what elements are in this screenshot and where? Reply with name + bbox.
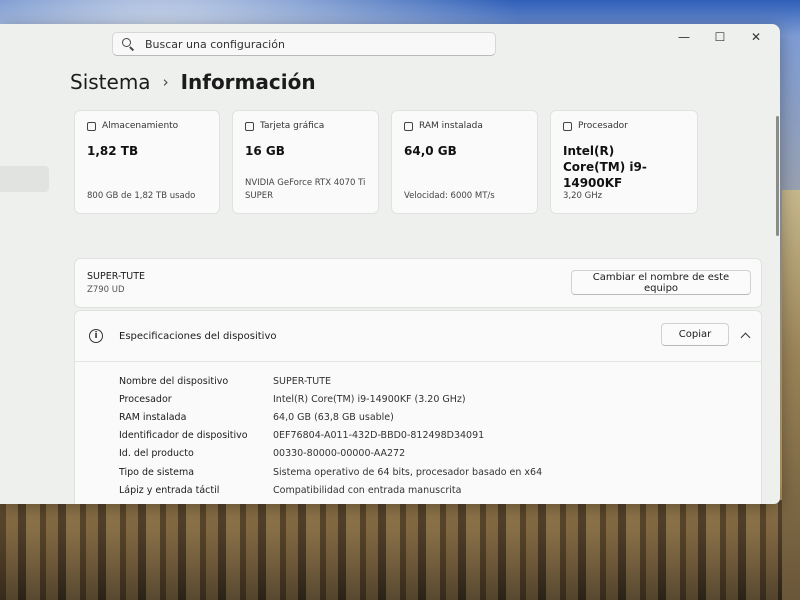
close-button[interactable]: ✕ [738, 26, 774, 48]
gpu-icon [245, 121, 254, 131]
storage-card[interactable]: Almacenamiento 1,82 TB 800 GB de 1,82 TB… [74, 110, 220, 214]
card-sub: Velocidad: 6000 MT/s [404, 191, 495, 201]
spec-value: 00330-80000-00000-AA272 [273, 448, 406, 460]
device-specs-title: Especificaciones del dispositivo [119, 331, 277, 342]
spec-value: Intel(R) Core(TM) i9-14900KF (3.20 GHz) [273, 393, 466, 405]
scrollbar[interactable] [776, 116, 779, 236]
spec-label: Id. del producto [119, 448, 194, 460]
settings-window: — ☐ ✕ Sistema › Información Almacenamien… [0, 24, 780, 504]
breadcrumb: Sistema › Información [70, 70, 316, 94]
spec-row: Nombre del dispositivo SUPER-TUTE [119, 372, 542, 390]
card-header: Tarjeta gráfica [245, 121, 366, 131]
spec-value: SUPER-TUTE [273, 375, 332, 387]
card-sub: NVIDIA GeForce RTX 4070 Ti SUPER [245, 178, 366, 201]
spec-row: Identificador de dispositivo 0EF76804-A0… [119, 427, 542, 445]
copy-button[interactable]: Copiar [661, 323, 729, 346]
spec-value: Sistema operativo de 64 bits, procesador… [273, 466, 543, 478]
spec-row: Procesador Intel(R) Core(TM) i9-14900KF … [119, 390, 542, 408]
search-box[interactable] [112, 32, 496, 56]
search-icon [121, 37, 135, 51]
spec-label: RAM instalada [119, 411, 187, 423]
spec-label: Lápiz y entrada táctil [119, 484, 220, 496]
gpu-card[interactable]: Tarjeta gráfica 16 GB NVIDIA GeForce RTX… [232, 110, 379, 214]
card-value: 64,0 GB [404, 144, 457, 158]
sidebar-selected-item[interactable] [0, 166, 49, 192]
card-label: RAM instalada [419, 121, 483, 131]
spec-label: Tipo de sistema [119, 466, 195, 478]
spec-value: 64,0 GB (63,8 GB usable) [273, 411, 394, 423]
spec-row: Tipo de sistema Sistema operativo de 64 … [119, 463, 542, 481]
device-name-row: SUPER-TUTE Z790 UD Cambiar el nombre de … [74, 258, 762, 308]
card-header: Procesador [563, 121, 685, 131]
window-controls: — ☐ ✕ [666, 26, 774, 48]
card-header: Almacenamiento [87, 121, 207, 131]
device-specs-panel: i Especificaciones del dispositivo Copia… [74, 310, 762, 504]
ram-icon [404, 121, 413, 131]
spec-value: 0EF76804-A011-432D-BBD0-812498D34091 [273, 430, 485, 442]
spec-label: Procesador [119, 393, 172, 405]
card-value: 1,82 TB [87, 144, 139, 158]
processor-card[interactable]: Procesador Intel(R) Core(TM) i9-14900KF … [550, 110, 698, 214]
card-sub: 800 GB de 1,82 TB usado [87, 191, 196, 201]
processor-icon [563, 121, 572, 131]
spec-row: Lápiz y entrada táctil Compatibilidad co… [119, 481, 542, 499]
card-label: Tarjeta gráfica [260, 121, 325, 131]
chevron-up-icon[interactable] [739, 329, 753, 343]
chevron-right-icon: › [162, 73, 169, 91]
wallpaper-rocks-right [782, 190, 800, 600]
rename-pc-button[interactable]: Cambiar el nombre de este equipo [571, 270, 751, 295]
wallpaper-rocks [0, 500, 800, 600]
spec-rows: Nombre del dispositivo SUPER-TUTE Proces… [119, 372, 542, 499]
card-value: Intel(R) Core(TM) i9-14900KF [563, 144, 647, 190]
spec-row: Id. del producto 00330-80000-00000-AA272 [119, 445, 542, 463]
card-header: RAM instalada [404, 121, 525, 131]
device-model: Z790 UD [87, 285, 125, 295]
device-specs-header[interactable]: i Especificaciones del dispositivo Copia… [75, 311, 761, 362]
maximize-button[interactable]: ☐ [702, 26, 738, 48]
minimize-button[interactable]: — [666, 26, 702, 48]
card-label: Procesador [578, 121, 628, 131]
spec-value: Compatibilidad con entrada manuscrita [273, 484, 462, 496]
ram-card[interactable]: RAM instalada 64,0 GB Velocidad: 6000 MT… [391, 110, 538, 214]
spec-row: RAM instalada 64,0 GB (63,8 GB usable) [119, 408, 542, 426]
spec-label: Nombre del dispositivo [119, 375, 229, 387]
info-icon: i [89, 329, 103, 343]
device-name: SUPER-TUTE [87, 271, 146, 282]
storage-icon [87, 121, 96, 131]
page-title: Información [180, 70, 316, 94]
breadcrumb-parent[interactable]: Sistema [70, 70, 151, 94]
card-sub: 3,20 GHz [563, 191, 603, 201]
card-value: 16 GB [245, 144, 285, 158]
spec-label: Identificador de dispositivo [119, 430, 248, 442]
card-label: Almacenamiento [102, 121, 179, 131]
search-input[interactable] [143, 36, 487, 52]
